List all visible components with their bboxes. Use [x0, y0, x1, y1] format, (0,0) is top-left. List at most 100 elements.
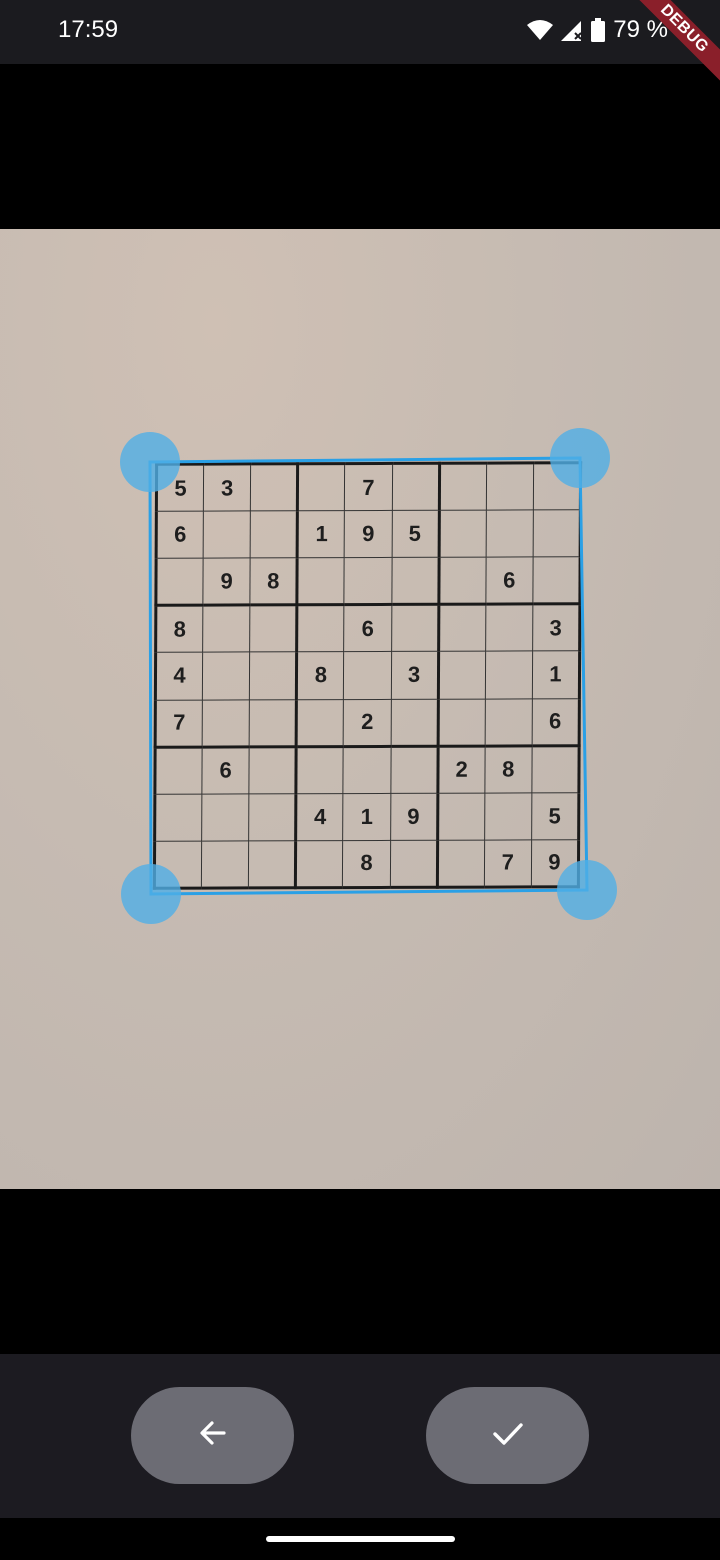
sudoku-cell: [486, 462, 534, 511]
sudoku-cell: [344, 557, 392, 605]
sudoku-cell: 7: [484, 839, 532, 888]
sudoku-cell: [485, 604, 533, 652]
sudoku-cell: [485, 651, 533, 699]
signal-icon: [561, 19, 583, 41]
sudoku-cell: 9: [344, 510, 392, 558]
sudoku-row: 8 6 3: [155, 604, 580, 653]
sudoku-cell: [296, 604, 345, 653]
sudoku-cell: [155, 558, 204, 606]
sudoku-cell: [297, 557, 345, 606]
sudoku-cell: 4: [155, 652, 203, 700]
sudoku-grid: 537619598686348317266284195879: [153, 461, 582, 889]
status-bar: 17:59 79 % DEBUG: [0, 0, 720, 87]
sudoku-cell: [248, 793, 297, 841]
sudoku-cell: 1: [343, 793, 391, 841]
sudoku-row: 419 5: [154, 792, 579, 842]
sudoku-cell: [249, 605, 298, 653]
sudoku-cell: [532, 556, 581, 605]
confirm-button[interactable]: [426, 1387, 589, 1484]
sudoku-cell: 6: [532, 698, 580, 746]
sudoku-cell: 6: [344, 604, 392, 653]
sudoku-cell: [484, 792, 532, 840]
sudoku-cell: 8: [342, 840, 391, 888]
arrow-left-icon: [196, 1416, 230, 1455]
sudoku-cell: [202, 699, 250, 747]
sudoku-cell: 6: [156, 511, 204, 559]
sudoku-cell: 2: [437, 745, 485, 794]
sudoku-cell: [203, 511, 251, 559]
sudoku-cell: 8: [296, 652, 345, 700]
sudoku-row: 879: [154, 839, 579, 889]
sudoku-cell: 4: [295, 793, 344, 841]
sudoku-cell: [437, 792, 485, 841]
sudoku-cell: [438, 510, 487, 558]
sudoku-cell: [485, 510, 534, 558]
sudoku-cell: [390, 745, 438, 794]
sudoku-cell: 9: [202, 558, 251, 606]
status-time: 17:59: [58, 16, 119, 43]
sudoku-cell: 6: [201, 746, 250, 794]
sudoku-cell: [297, 463, 346, 511]
sudoku-cell: 9: [390, 793, 438, 841]
status-icons: 79 %: [527, 16, 668, 44]
sudoku-cell: [484, 698, 533, 746]
sudoku-cell: [531, 745, 580, 793]
sudoku-cell: [201, 793, 250, 841]
sudoku-cell: [249, 746, 297, 794]
sudoku-cell: 8: [155, 605, 203, 653]
sudoku-row: 537: [156, 462, 581, 512]
sudoku-cell: [202, 605, 251, 653]
crop-handle-top-left[interactable]: [120, 432, 180, 492]
crop-handle-top-right[interactable]: [550, 428, 610, 488]
sudoku-row: 4 83 1: [155, 651, 580, 700]
sudoku-cell: [391, 557, 439, 605]
sudoku-cell: [391, 463, 440, 511]
sudoku-row: 6 195: [156, 509, 581, 559]
crop-handle-bottom-right[interactable]: [557, 860, 617, 920]
sudoku-cell: [343, 746, 391, 794]
sudoku-cell: 8: [484, 745, 533, 793]
sudoku-cell: 5: [391, 510, 440, 558]
sudoku-cell: 6: [485, 557, 533, 605]
sudoku-cell: [437, 698, 486, 746]
crop-handle-bottom-left[interactable]: [121, 864, 181, 924]
sudoku-cell: [438, 604, 486, 652]
sudoku-cell: [437, 839, 485, 888]
sudoku-cell: [296, 699, 344, 747]
sudoku-cell: [250, 510, 298, 559]
sudoku-cell: [439, 463, 487, 511]
sudoku-cell: 8: [250, 557, 298, 606]
sudoku-cell: [391, 604, 439, 652]
sudoku-cell: 1: [297, 510, 345, 558]
sudoku-cell: 7: [155, 699, 203, 747]
sudoku-cell: [532, 509, 581, 558]
sudoku-cell: [154, 793, 202, 842]
sudoku-row: 7 2 6: [155, 698, 580, 747]
sudoku-row: 6 28: [154, 745, 580, 795]
home-indicator[interactable]: [266, 1536, 455, 1542]
bottom-action-bar: [0, 1354, 720, 1518]
sudoku-cell: [390, 698, 439, 747]
battery-icon: [591, 18, 606, 42]
sudoku-cell: 1: [532, 651, 580, 699]
sudoku-row: 98 6: [155, 556, 581, 606]
sudoku-cell: 5: [531, 792, 579, 840]
sudoku-cell: [343, 651, 392, 700]
wifi-icon: [527, 19, 554, 41]
sudoku-cell: [249, 652, 297, 700]
sudoku-cell: 2: [343, 698, 391, 747]
sudoku-cell: 3: [203, 463, 251, 512]
back-button[interactable]: [131, 1387, 294, 1484]
sudoku-cell: [250, 463, 298, 512]
sudoku-cell: 3: [390, 651, 439, 699]
sudoku-cell: [201, 840, 249, 889]
sudoku-cell: [438, 651, 486, 699]
sudoku-cell: [389, 840, 438, 888]
sudoku-cell: [249, 699, 297, 747]
sudoku-cell: [296, 746, 344, 794]
sudoku-cell: [202, 652, 250, 700]
sudoku-cell: [154, 746, 203, 795]
sudoku-cell: [248, 840, 296, 888]
sudoku-cell: 7: [344, 463, 393, 511]
sudoku-cell: [295, 840, 344, 888]
